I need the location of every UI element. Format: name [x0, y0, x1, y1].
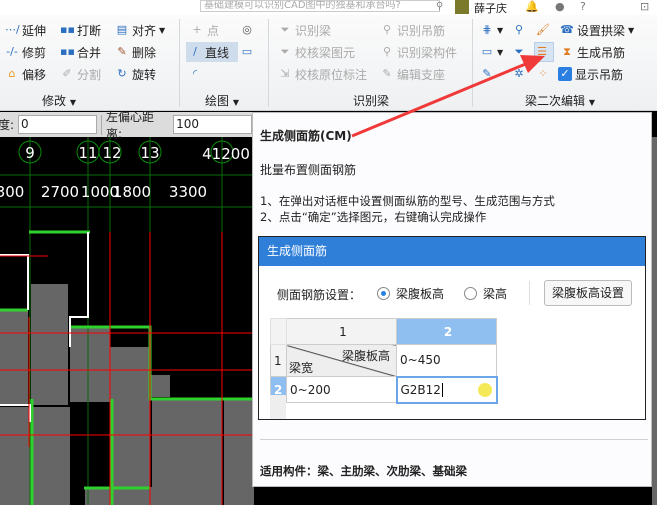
delete-button[interactable]: ✎ 删除	[115, 42, 156, 62]
bell-icon[interactable]: 🔔	[525, 0, 539, 13]
search-input[interactable]: 基础建模可以识别CAD图中的独基和承台吗?	[200, 0, 440, 12]
pencil-icon[interactable]: ✎	[480, 64, 494, 84]
tooltip-step-1: 1、在弹出对话框中设置侧面纵筋的型号、生成范围与方式	[260, 194, 555, 208]
generate-hanger-button[interactable]: ⧗ 生成吊筋	[560, 42, 625, 62]
tooltip-title: 生成侧面筋(CM)	[260, 129, 352, 143]
table-cell[interactable]: 0~200	[286, 376, 397, 403]
tooltip-description: 批量布置侧面钢筋	[260, 163, 357, 177]
dialog-title: 生成侧面筋	[259, 237, 645, 266]
row-header-empty	[270, 395, 286, 419]
web-height-settings-button[interactable]: 梁腹板高设置	[544, 280, 632, 306]
dimension-label: 1800	[113, 183, 151, 201]
table-cell[interactable]: 0~450	[396, 344, 497, 377]
beam-tool-button[interactable]: ⋕ ▼	[480, 20, 503, 40]
property-bar: 度: 0 左偏心距离: 100	[0, 110, 253, 141]
collapse-icon[interactable]: ⊡	[640, 0, 649, 13]
row-header[interactable]: 1	[270, 344, 287, 377]
column-header[interactable]: 2	[396, 318, 497, 345]
brush-icon[interactable]: 🖌	[536, 20, 550, 40]
align-button[interactable]: ▤ 对齐 ▼	[115, 20, 165, 40]
tooltip-footer: 适用构件：梁、主肋梁、次肋梁、基础梁	[260, 464, 467, 478]
extend-button[interactable]: ⋯/延伸	[5, 20, 46, 40]
divider	[529, 281, 530, 305]
generate-side-rebar-button[interactable]: ☰	[534, 42, 554, 62]
dimension-label: 300	[0, 183, 24, 201]
divider	[260, 439, 648, 440]
setting-label: 侧面钢筋设置：	[277, 288, 362, 302]
avatar[interactable]	[455, 0, 469, 14]
arc-icon[interactable]: ◜	[188, 64, 202, 84]
trim-button[interactable]: -/- 修剪	[5, 42, 46, 62]
set-arch-beam-button[interactable]: ☎ 设置拱梁 ▼	[560, 20, 634, 40]
axis-label: 12	[102, 144, 121, 162]
dimension-label: 3300	[169, 183, 207, 201]
break-button[interactable]: ▪▪ 打断	[60, 20, 101, 40]
check-beam-button[interactable]: ⏷ 校核梁图元	[278, 42, 355, 62]
user-name[interactable]: 薛子庆	[474, 0, 507, 16]
beam-layout-button[interactable]: ▭ ▼	[480, 42, 503, 62]
recognize-beam-button[interactable]: ⏷ 识别梁	[278, 20, 331, 40]
axis-label: 41200	[202, 145, 250, 163]
filter-icon[interactable]: ⏷	[512, 42, 526, 62]
rectangle-icon[interactable]: ▭	[240, 42, 254, 62]
axis-label: 13	[140, 144, 159, 162]
depth-label: 度:	[0, 118, 15, 132]
chat-icon[interactable]: ●	[555, 0, 565, 13]
column-header[interactable]: 1	[286, 318, 397, 345]
rotate-button[interactable]: ↻ 旋转	[115, 64, 156, 84]
merge-button[interactable]: ▪▪ 合并	[60, 42, 101, 62]
gear-icon[interactable]: ✲	[512, 64, 526, 84]
corner-cell: 梁腹板高 梁宽	[286, 344, 397, 377]
search-icon[interactable]: ⚲	[436, 1, 443, 12]
recognize-beam-component-button[interactable]: ⚲ 识别梁构件	[380, 42, 457, 62]
group-recognize-beam: 识别梁	[353, 94, 390, 108]
axis-bubbles	[18, 140, 234, 164]
beam-query-icon[interactable]: ⚲	[512, 20, 526, 40]
left-eccentric-input[interactable]: 100	[173, 115, 253, 134]
divider	[268, 19, 269, 107]
radio-beam-height[interactable]: 梁高	[464, 285, 507, 302]
edit-support-button[interactable]: ✎ 编辑支座	[380, 64, 445, 84]
side-rebar-dialog-preview: 生成侧面筋 侧面钢筋设置： 梁腹板高 梁高 梁腹板高设置 1 2 1 梁腹板高 …	[258, 236, 646, 420]
depth-input[interactable]: 0	[18, 115, 97, 134]
grid-icon[interactable]: ⁘	[536, 64, 550, 84]
rebar-table: 1 2 1 梁腹板高 梁宽 0~450 2 0~200 G2B12	[270, 318, 498, 404]
help-icon[interactable]: ?	[580, 0, 586, 13]
offset-button[interactable]: ⌂ 偏移	[5, 64, 47, 84]
divider	[472, 19, 473, 107]
radio-web-height[interactable]: 梁腹板高	[377, 285, 444, 302]
group-draw[interactable]: 绘图 ▼	[205, 92, 239, 109]
tooltip-step-2: 2、点击“确定”选择图元，右键确认完成操作	[260, 210, 487, 224]
axis-label: 11	[78, 144, 97, 162]
group-beam-secondary-edit[interactable]: 梁二次编辑 ▼	[525, 92, 595, 109]
divider	[179, 19, 180, 107]
circle-icon[interactable]: ◎	[240, 20, 254, 40]
point-button[interactable]: + 点	[190, 20, 219, 40]
dimension-label: 2700	[41, 183, 79, 201]
show-hanger-checkbox[interactable]: ✓ 显示吊筋	[558, 64, 623, 84]
group-modify[interactable]: 修改 ▼	[42, 92, 76, 109]
check-annotation-button[interactable]: ⇲ 校核原位标注	[278, 64, 367, 84]
table-cell-editing[interactable]: G2B12	[395, 375, 498, 404]
recognize-hanger-button[interactable]: ⚲ 识别吊筋	[380, 20, 445, 40]
cursor-highlight	[477, 382, 492, 397]
axis-label: 9	[25, 144, 35, 162]
ribbon: ⋯/延伸 ▪▪ 打断 ▤ 对齐 ▼ -/- 修剪 ▪▪ 合并 ✎ 删除 ⌂ 偏移 ✐ 分割 ↻ 旋…	[0, 15, 657, 111]
title-bar: 基础建模可以识别CAD图中的独基和承台吗? ⚲ 薛子庆 🔔 ● ? ⊡	[0, 0, 657, 15]
line-button[interactable]: / 直线	[186, 42, 238, 62]
split-button[interactable]: ✐ 分割	[60, 64, 101, 84]
